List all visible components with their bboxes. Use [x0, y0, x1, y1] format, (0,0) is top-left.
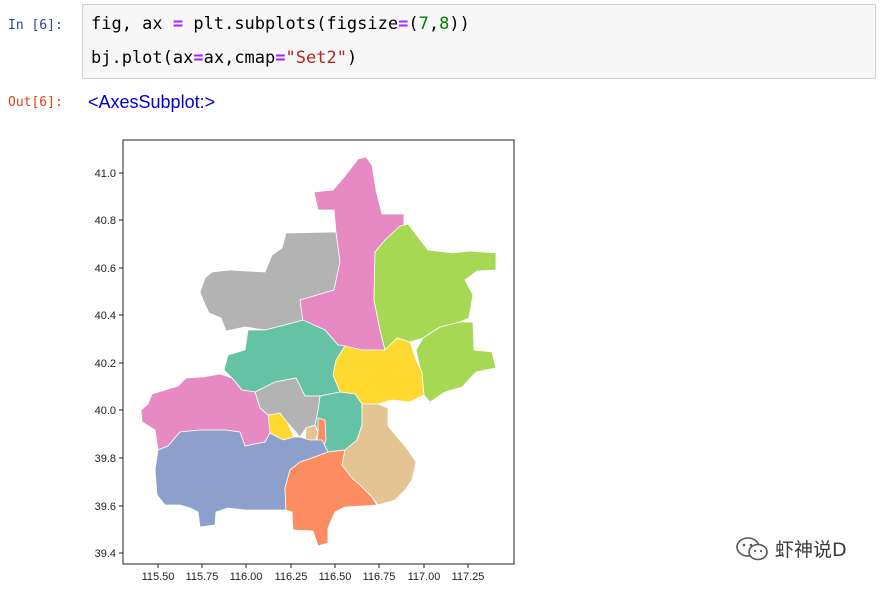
y-axis: 41.0 40.8 40.6 40.4 40.2 40.0 39.8 39.6 …	[95, 168, 123, 560]
watermark: 虾神说D	[735, 535, 847, 562]
x-tick-label: 116.00	[230, 571, 263, 583]
x-axis: 115.50 115.75 116.00 116.25 116.50 116.7…	[142, 564, 485, 583]
y-tick-label: 39.6	[95, 501, 116, 513]
y-tick-label: 40.8	[95, 215, 116, 227]
wechat-icon	[736, 536, 768, 560]
x-tick-label: 115.75	[186, 571, 219, 583]
map-plot: 115.50 115.75 116.00 116.25 116.50 116.7…	[95, 139, 515, 583]
y-tick-label: 40.4	[95, 310, 116, 322]
y-tick-label: 40.2	[95, 358, 116, 370]
x-tick-label: 117.00	[408, 571, 441, 583]
x-tick-label: 116.50	[319, 571, 352, 583]
y-tick-label: 40.6	[95, 263, 116, 275]
x-tick-label: 117.25	[452, 571, 485, 583]
y-tick-label: 40.0	[95, 405, 116, 417]
watermark-text: 虾神说D	[775, 539, 847, 561]
y-tick-label: 41.0	[95, 168, 116, 180]
x-tick-label: 116.75	[363, 571, 396, 583]
x-tick-label: 115.50	[142, 571, 175, 583]
y-tick-label: 39.4	[95, 548, 116, 560]
x-tick-label: 116.25	[275, 571, 308, 583]
y-tick-label: 39.8	[95, 453, 116, 465]
